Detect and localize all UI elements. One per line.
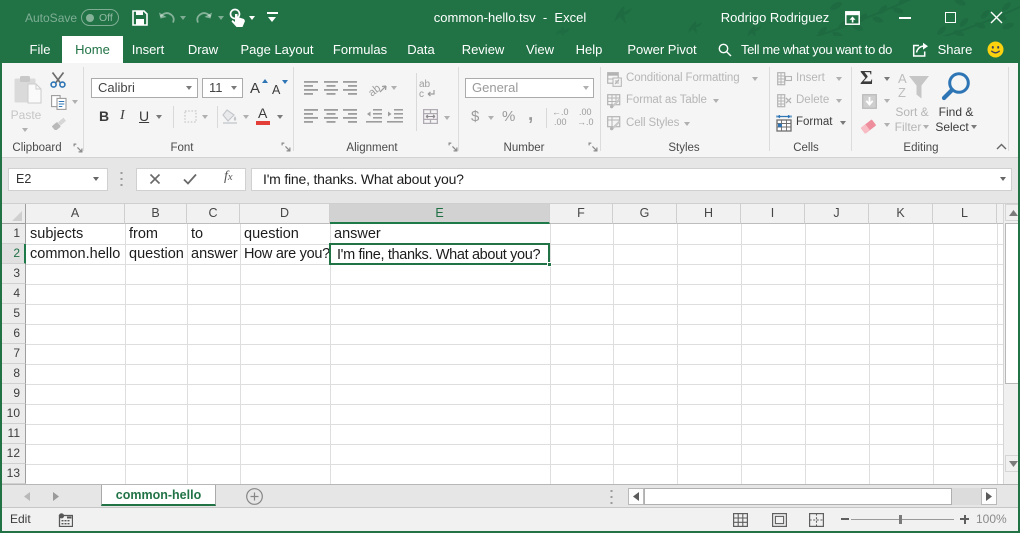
svg-text:c: c — [419, 89, 424, 98]
svg-text:ab: ab — [366, 82, 383, 98]
